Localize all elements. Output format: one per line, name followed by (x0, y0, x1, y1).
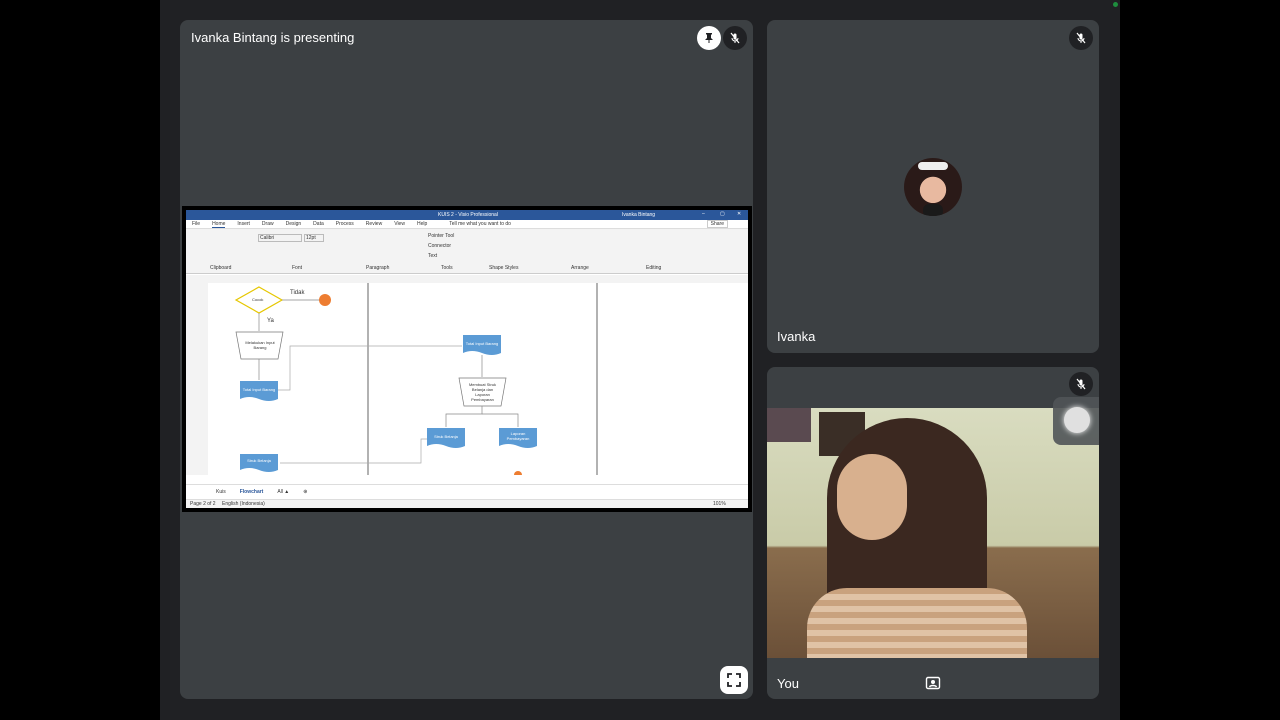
participant-name: Ivanka (777, 329, 816, 344)
tab-file[interactable]: File (192, 221, 200, 227)
visio-window: KUIS 2 - Visio Professional Ivanka Binta… (186, 210, 748, 508)
tab-view[interactable]: View (394, 221, 405, 227)
doc-5-label: Laporan Pembayaran (506, 431, 530, 441)
participant-tile-you: You (767, 367, 1099, 699)
pin-icon (705, 33, 713, 43)
flowchart-diagram (186, 275, 748, 479)
document-shape-3 (240, 454, 278, 472)
tab-data[interactable]: Data (313, 221, 324, 227)
meeting-stage: Ivanka Bintang is presenting KUIS 2 - Vi… (160, 0, 1120, 720)
tab-review[interactable]: Review (366, 221, 382, 227)
group-shape-styles: Shape Styles (489, 265, 519, 271)
group-tools: Tools (441, 265, 453, 271)
tab-design[interactable]: Design (286, 221, 302, 227)
group-arrange: Arrange (571, 265, 589, 271)
fullscreen-icon (727, 673, 741, 687)
drawing-canvas[interactable]: Cocok Tidak Ya Melakukan Input Barang To… (186, 275, 748, 479)
portrait-effects-icon (925, 676, 941, 690)
ribbon: Calibri 12pt Pointer Tool Connector Text… (186, 229, 748, 274)
mic-off-icon (1076, 378, 1086, 390)
user-name: Ivanka Bintang (622, 212, 656, 218)
tab-process[interactable]: Process (336, 221, 354, 227)
manual-op-1-label: Melakukan Input Barang (245, 340, 275, 350)
yes-label: Ya (267, 318, 274, 324)
status-page: Page 2 of 2 (190, 501, 216, 507)
tab-insert[interactable]: Insert (237, 221, 250, 227)
doc-4-label: Struk Belanja (434, 434, 458, 439)
ribbon-tabs: File Home Insert Draw Design Data Proces… (186, 220, 748, 229)
doc-2-label: Total Input Barang (465, 341, 499, 346)
tab-home[interactable]: Home (212, 221, 226, 228)
status-language: English (Indonesia) (222, 501, 265, 507)
close-icon[interactable]: ✕ (737, 211, 741, 217)
pin-button[interactable] (697, 26, 721, 50)
presentation-tile: Ivanka Bintang is presenting KUIS 2 - Vi… (180, 20, 753, 699)
avatar (904, 158, 962, 216)
tool-text[interactable]: Text (428, 253, 437, 259)
group-editing: Editing (646, 265, 662, 271)
group-clipboard: Clipboard (210, 265, 232, 271)
sheet-tabs: Kuis Flowchart All ▲ ⊕ (186, 484, 748, 499)
fullscreen-button[interactable] (720, 666, 748, 694)
visio-title-bar: KUIS 2 - Visio Professional Ivanka Binta… (186, 210, 748, 220)
portrait-effects-button[interactable] (925, 675, 941, 691)
sheet-tab-all[interactable]: All ▲ (277, 489, 289, 495)
decision-label: Cocok (252, 297, 264, 302)
tab-draw[interactable]: Draw (262, 221, 274, 227)
sheet-tab-flowchart[interactable]: Flowchart (240, 489, 264, 495)
no-label: Tidak (290, 290, 305, 296)
maximize-icon[interactable]: ▢ (720, 211, 725, 217)
self-view-overlay[interactable] (1053, 397, 1099, 445)
camera-video (767, 408, 1099, 658)
sheet-tab-kuis[interactable]: Kuis (216, 489, 226, 495)
zoom-level[interactable]: 101% (713, 501, 726, 507)
participant-name: You (777, 676, 799, 691)
status-dot (1113, 2, 1118, 7)
minimize-icon[interactable]: – (702, 211, 705, 217)
mic-off-icon (730, 32, 740, 44)
tool-connector[interactable]: Connector (428, 243, 451, 249)
doc-1-label: Total Input Barang (242, 387, 276, 392)
window-title: KUIS 2 - Visio Professional (438, 212, 498, 218)
font-size-box[interactable]: 12pt (304, 234, 324, 242)
you-mic-status (1069, 372, 1093, 396)
mic-off-icon (1076, 32, 1086, 44)
tab-help[interactable]: Help (417, 221, 427, 227)
connector-circle (319, 294, 331, 306)
status-bar: Page 2 of 2 English (Indonesia) 101% (186, 499, 748, 508)
presenter-label: Ivanka Bintang is presenting (191, 30, 355, 45)
tell-me-box[interactable]: Tell me what you want to do (449, 221, 511, 227)
screen-share: KUIS 2 - Visio Professional Ivanka Binta… (182, 206, 752, 512)
participant-tile-ivanka: Ivanka (767, 20, 1099, 353)
share-button[interactable]: Share (706, 220, 728, 228)
doc-3-label: Struk Belanja (247, 458, 271, 463)
ivanka-mic-status (1069, 26, 1093, 50)
manual-op-2-label: Membuat Struk Belanja dan Laporan Pembay… (468, 382, 497, 402)
tool-pointer[interactable]: Pointer Tool (428, 233, 454, 239)
presenter-mic-status (723, 26, 747, 50)
group-font: Font (292, 265, 303, 271)
font-name-box[interactable]: Calibri (258, 234, 302, 242)
add-sheet-icon[interactable]: ⊕ (303, 489, 307, 495)
group-paragraph: Paragraph (366, 265, 390, 271)
